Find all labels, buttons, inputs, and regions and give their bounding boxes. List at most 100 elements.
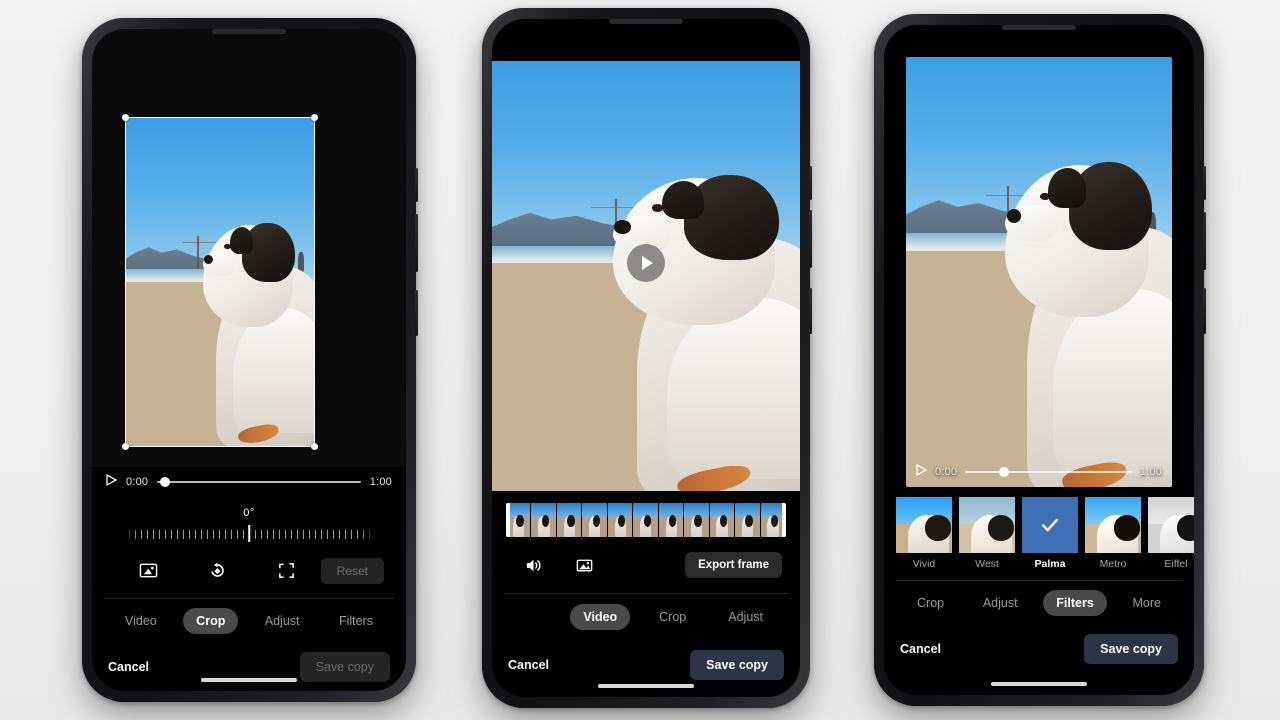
filter-item-west[interactable]: West: [959, 497, 1015, 570]
volume-up-button[interactable]: [415, 168, 418, 202]
total-time: 1:00: [369, 475, 392, 488]
filter-label: Eiffel: [1164, 558, 1188, 570]
timeline-frame: [709, 503, 736, 537]
scrubber-track-3[interactable]: [965, 467, 1132, 477]
tab-video[interactable]: Video: [112, 608, 170, 634]
auto-crop-icon[interactable]: [252, 561, 321, 580]
rotate-icon[interactable]: [183, 561, 252, 580]
filter-label-selected: Palma: [1034, 558, 1066, 570]
scene: 0:00 1:00 0° Reset Video Crop Adjust Fil…: [0, 0, 1280, 720]
phone-filters-screen: 0:00 1:00 Vivid West Palma Metro Eiffel …: [884, 25, 1194, 695]
cancel-button-3[interactable]: Cancel: [900, 642, 941, 656]
tab-crop[interactable]: Crop: [183, 608, 239, 635]
trim-handle-right[interactable]: [782, 503, 786, 537]
rotation-value: 0°: [243, 506, 255, 519]
phone-video: Export frame Video Crop Adjust Cancel Sa…: [482, 8, 812, 708]
timeline-frame: [607, 503, 634, 537]
tab-more-3[interactable]: More: [1120, 590, 1174, 616]
filter-item-vivid[interactable]: Vivid: [896, 497, 952, 570]
crop-selection-box[interactable]: [122, 114, 318, 450]
tab-adjust-2[interactable]: Adjust: [715, 604, 776, 630]
tab-adjust[interactable]: Adjust: [252, 608, 313, 634]
volume-down-button-3[interactable]: [1203, 212, 1206, 270]
aspect-ratio-icon[interactable]: [114, 561, 183, 580]
save-copy-button-2[interactable]: Save copy: [690, 650, 784, 680]
playback-bar-3: 0:00 1:00: [906, 463, 1172, 487]
video-frame-3: [906, 57, 1172, 487]
volume-up-button-3[interactable]: [1203, 166, 1206, 200]
crop-handle-bottom-right[interactable]: [311, 443, 318, 450]
check-icon: [1041, 518, 1059, 532]
rotation-dial[interactable]: [123, 524, 375, 543]
cancel-button-2[interactable]: Cancel: [508, 658, 549, 672]
filter-label: Metro: [1099, 558, 1127, 570]
power-button-2[interactable]: [809, 288, 812, 334]
home-indicator-3: [991, 682, 1087, 686]
crop-handle-top-left[interactable]: [122, 114, 129, 121]
filter-thumb: [896, 497, 952, 553]
editor-tabs: Video Crop Adjust Filters: [92, 599, 406, 643]
dog-subject-3: [996, 152, 1172, 487]
volume-icon[interactable]: [510, 556, 556, 575]
filter-item-metro[interactable]: Metro: [1085, 497, 1141, 570]
dial-center-tick: [248, 524, 250, 542]
play-overlay-button[interactable]: [627, 244, 665, 283]
tab-filters[interactable]: Filters: [326, 608, 386, 634]
filter-item-palma[interactable]: Palma: [1022, 497, 1078, 570]
editor-tabs-2: Video Crop Adjust: [492, 594, 800, 640]
play-icon[interactable]: [106, 473, 117, 491]
power-button[interactable]: [415, 290, 418, 336]
current-time: 0:00: [126, 475, 149, 488]
trim-handle-left[interactable]: [506, 503, 510, 537]
save-copy-button-3[interactable]: Save copy: [1084, 634, 1178, 664]
reset-button[interactable]: Reset: [320, 557, 384, 584]
filter-thumb: [1085, 497, 1141, 553]
tab-crop-3[interactable]: Crop: [904, 590, 957, 616]
timeline-wrap: [492, 491, 800, 537]
dog-subject-2: [603, 164, 800, 491]
video-preview-3[interactable]: 0:00 1:00: [906, 57, 1172, 487]
stabilize-icon[interactable]: [556, 556, 612, 575]
export-frame-button[interactable]: Export frame: [685, 552, 782, 578]
home-indicator-2: [598, 684, 694, 688]
tab-adjust-3[interactable]: Adjust: [970, 590, 1031, 616]
filter-item-eiffel[interactable]: Eiffel: [1148, 497, 1194, 570]
video-preview-2[interactable]: [492, 61, 800, 491]
current-time-3: 0:00: [935, 466, 958, 478]
scrubber-track[interactable]: [157, 476, 361, 487]
filter-label: Vivid: [912, 558, 936, 570]
crop-handle-top-right[interactable]: [311, 114, 318, 121]
save-copy-button[interactable]: Save copy: [299, 652, 390, 683]
phone-crop: 0:00 1:00 0° Reset Video Crop Adjust Fil…: [82, 18, 418, 702]
video-tool-row: Export frame: [492, 537, 800, 593]
rotation-control: 0°: [92, 497, 406, 543]
timeline-frame: [658, 503, 685, 537]
play-icon-3[interactable]: [916, 463, 927, 481]
timeline-frame: [684, 503, 710, 537]
volume-up-button-2[interactable]: [809, 166, 812, 200]
tab-crop-2[interactable]: Crop: [646, 604, 699, 630]
editor-footer-2: Cancel Save copy: [492, 640, 800, 690]
filter-list: Vivid West Palma Metro Eiffel: [884, 487, 1194, 570]
tab-video-2[interactable]: Video: [570, 604, 631, 630]
power-button-3[interactable]: [1203, 288, 1206, 334]
tab-filters-3[interactable]: Filters: [1043, 590, 1107, 616]
volume-down-button[interactable]: [415, 214, 418, 272]
phone-video-screen: Export frame Video Crop Adjust Cancel Sa…: [492, 19, 800, 697]
filter-thumb: [959, 497, 1015, 553]
video-preview[interactable]: [92, 29, 406, 467]
timeline-frame: [735, 503, 761, 537]
cancel-button[interactable]: Cancel: [108, 660, 149, 674]
timeline-frame: [556, 503, 583, 537]
crop-handle-bottom-left[interactable]: [122, 443, 129, 450]
crop-tool-row: Reset: [92, 543, 406, 599]
filter-thumb-selected: [1022, 497, 1078, 553]
video-timeline[interactable]: [506, 503, 786, 537]
earpiece-notch: [212, 29, 286, 34]
volume-down-button-2[interactable]: [809, 210, 812, 268]
timeline-frame: [582, 503, 608, 537]
earpiece-notch-3: [1002, 25, 1076, 30]
scrubber-knob[interactable]: [160, 476, 171, 487]
scrubber-knob-3[interactable]: [998, 467, 1009, 477]
filter-thumb: [1148, 497, 1194, 553]
